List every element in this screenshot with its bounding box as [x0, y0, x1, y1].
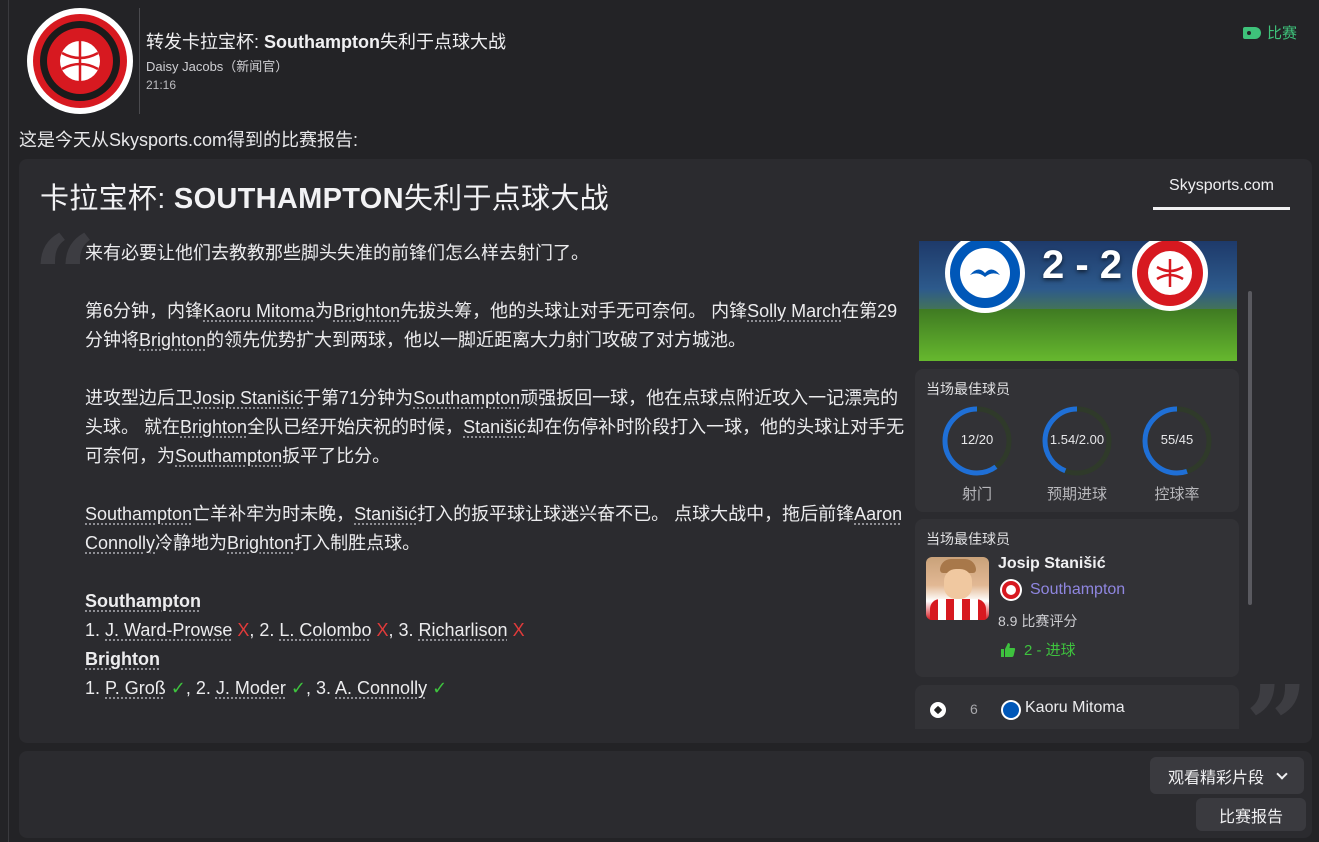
chevron-down-icon: [1276, 767, 1288, 780]
player-link[interactable]: Richarlison: [419, 620, 508, 640]
player-link[interactable]: J. Moder: [216, 678, 286, 698]
southampton-crest-icon: [27, 8, 133, 114]
stat-label: 射门: [961, 486, 992, 503]
team-link[interactable]: Brighton: [227, 533, 294, 553]
close-quote-icon: ”: [1245, 661, 1309, 744]
motm-player-name[interactable]: Josip Stanišić: [998, 555, 1106, 573]
paragraph-4: Southampton亡羊补牢为时未晚，Stanišić打入的扳平球让球迷兴奋不…: [85, 504, 903, 553]
scoreboard[interactable]: 2 - 2: [919, 241, 1237, 361]
left-divider: [8, 0, 9, 842]
southampton-crest-icon: [1132, 241, 1208, 311]
stat-possession: 55/45 控球率: [1127, 405, 1227, 504]
xg-gauge: 1.54/2.00: [1041, 405, 1113, 477]
intro-text: 这是今天从Skysports.com得到的比赛报告:: [19, 130, 359, 150]
match-score: 2 - 2: [1041, 243, 1123, 287]
player-link[interactable]: Solly March: [747, 301, 841, 321]
brighton-badge-icon: [1001, 700, 1021, 720]
missed-icon: X: [237, 620, 250, 640]
news-title: 转发卡拉宝杯: Southampton失利于点球大战: [146, 32, 506, 52]
avatar: [926, 557, 989, 620]
team-link[interactable]: Southampton: [85, 504, 192, 524]
brighton-crest-icon: [945, 241, 1025, 313]
paragraph-2: 第6分钟，内锋Kaoru Mitoma为Brighton先拔头筹，他的头球让对手…: [85, 301, 898, 350]
watch-highlights-button[interactable]: 观看精彩片段: [1150, 757, 1304, 794]
motm-rating: 8.9 比赛评分: [998, 613, 1078, 629]
shootout-section: Southampton 1. J. Ward-Prowse X, 2. L. C…: [85, 587, 911, 703]
report-title: 卡拉宝杯: SOUTHAMPTON失利于点球大战: [40, 183, 609, 215]
player-link[interactable]: L. Colombo: [279, 620, 371, 640]
event-player[interactable]: Kaoru Mitoma: [1025, 699, 1125, 717]
team-link[interactable]: Brighton: [139, 330, 206, 350]
report-article: 来有必要让他们去教教那些脚头失准的前锋们怎么样去射门了。 第6分钟，内锋Kaor…: [85, 239, 911, 703]
motm-club[interactable]: Southampton: [1000, 579, 1125, 601]
header-divider: [139, 8, 140, 114]
paragraph-3: 进攻型边后卫Josip Stanišić于第71分钟为Southampton顽强…: [85, 388, 905, 466]
news-time: 21:16: [146, 78, 177, 92]
match-report-panel: 卡拉宝杯: SOUTHAMPTON失利于点球大战 Skysports.com “…: [19, 159, 1312, 743]
paragraph-1: 来有必要让他们去教教那些脚头失准的前锋们怎么样去射门了。: [85, 243, 589, 263]
match-report-button[interactable]: 比赛报告: [1196, 798, 1306, 831]
southampton-badge-icon: [1000, 579, 1022, 601]
stat-label: 控球率: [1154, 486, 1200, 503]
possession-gauge: 55/45: [1141, 405, 1213, 477]
stat-xg: 1.54/2.00 预期进球: [1027, 405, 1127, 504]
sidebar-scrollbar[interactable]: [1248, 291, 1252, 605]
team-link[interactable]: Brighton: [333, 301, 400, 321]
player-link[interactable]: Kaoru Mitoma: [203, 301, 315, 321]
motm-club-name: Southampton: [1030, 581, 1126, 598]
match-tag-label: 比赛: [1267, 25, 1298, 42]
highlights-label: 观看精彩片段: [1167, 769, 1264, 787]
football-icon: [930, 702, 946, 718]
missed-icon: X: [376, 620, 389, 640]
missed-icon: X: [512, 620, 525, 640]
scored-icon: ✓: [170, 678, 186, 698]
tag-icon: [1243, 26, 1261, 39]
stat-label: 预期进球: [1046, 486, 1107, 503]
team-link[interactable]: Southampton: [175, 446, 282, 466]
tab-skysports[interactable]: Skysports.com: [1153, 177, 1290, 210]
player-link[interactable]: Stanišić: [354, 504, 417, 524]
player-link[interactable]: P. Groß: [105, 678, 166, 698]
motm-goals: 2 - 进球: [1000, 639, 1076, 660]
stats-card-title: 当场最佳球员: [926, 381, 1010, 397]
motm-card-title: 当场最佳球员: [926, 531, 1010, 547]
shots-gauge: 12/20: [941, 405, 1013, 477]
team-link[interactable]: Brighton: [180, 417, 247, 437]
stat-shots: 12/20 射门: [927, 405, 1027, 504]
shootout-team-southampton[interactable]: Southampton: [85, 587, 911, 616]
pitch-background: [919, 309, 1237, 361]
player-link[interactable]: Josip Stanišić: [193, 388, 303, 408]
match-sidebar: 2 - 2 当场最佳球员 12/20 射门 1.54/2.00 预期进球 55/…: [915, 241, 1245, 729]
team-link[interactable]: Southampton: [413, 388, 520, 408]
player-link[interactable]: J. Ward-Prowse: [105, 620, 232, 640]
event-minute: 6: [970, 701, 978, 717]
scored-icon: ✓: [432, 678, 448, 698]
player-link[interactable]: A. Connolly: [335, 678, 427, 698]
match-stats-card: 当场最佳球员 12/20 射门 1.54/2.00 预期进球 55/45 控球率: [915, 369, 1239, 512]
goal-event-row[interactable]: 6 Kaoru Mitoma: [915, 685, 1239, 729]
shootout-kicks-brighton: 1. P. Groß ✓, 2. J. Moder ✓, 3. A. Conno…: [85, 678, 448, 698]
match-tag-link[interactable]: 比赛: [1243, 22, 1297, 43]
scored-icon: ✓: [290, 678, 306, 698]
thumbs-up-icon: [1001, 642, 1016, 657]
news-author[interactable]: Daisy Jacobs（新闻官）: [146, 56, 288, 75]
player-of-match-card[interactable]: 当场最佳球员 Josip Stanišić Southampton 8.9 比赛…: [915, 519, 1239, 677]
shootout-team-brighton[interactable]: Brighton: [85, 645, 911, 674]
player-link[interactable]: Stanišić: [463, 417, 526, 437]
footer-bar: 观看精彩片段 比赛报告: [19, 751, 1312, 838]
shootout-kicks-southampton: 1. J. Ward-Prowse X, 2. L. Colombo X, 3.…: [85, 620, 525, 640]
news-header: 转发卡拉宝杯: Southampton失利于点球大战 Daisy Jacobs（…: [0, 0, 1319, 125]
